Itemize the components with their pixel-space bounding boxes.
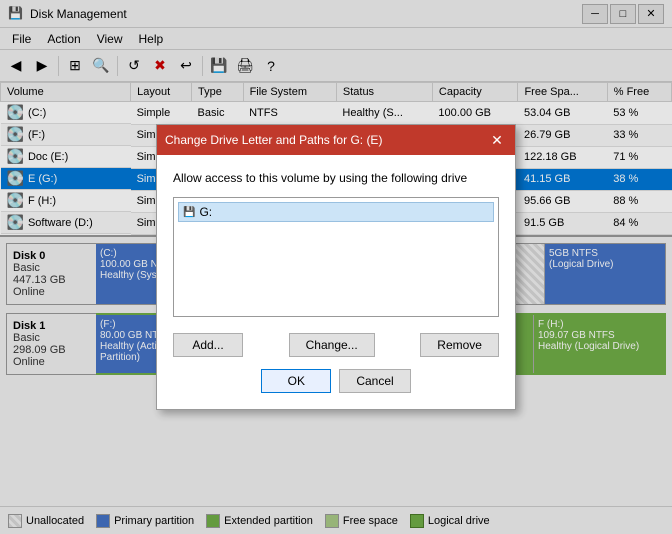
change-button[interactable]: Change... — [289, 333, 375, 357]
dialog-overlay: Change Drive Letter and Paths for G: (E)… — [0, 0, 672, 534]
dialog-action-buttons: Add... Change... Remove — [173, 333, 499, 357]
dialog-confirm-buttons: OK Cancel — [173, 369, 499, 393]
dialog-description: Allow access to this volume by using the… — [173, 171, 499, 185]
dialog-title: Change Drive Letter and Paths for G: (E) — [165, 133, 382, 147]
ok-button[interactable]: OK — [261, 369, 331, 393]
dialog-body: Allow access to this volume by using the… — [157, 155, 515, 409]
add-button[interactable]: Add... — [173, 333, 243, 357]
dialog-list-item[interactable]: 💾 G: — [178, 202, 494, 222]
dialog-drive-list[interactable]: 💾 G: — [173, 197, 499, 317]
drive-icon: 💾 — [183, 207, 195, 218]
dialog-close-button[interactable]: ✕ — [487, 131, 507, 149]
dialog-list-item-label: G: — [199, 205, 212, 219]
dialog-title-bar: Change Drive Letter and Paths for G: (E)… — [157, 125, 515, 155]
change-drive-dialog: Change Drive Letter and Paths for G: (E)… — [156, 124, 516, 410]
cancel-button[interactable]: Cancel — [339, 369, 410, 393]
remove-button[interactable]: Remove — [420, 333, 499, 357]
